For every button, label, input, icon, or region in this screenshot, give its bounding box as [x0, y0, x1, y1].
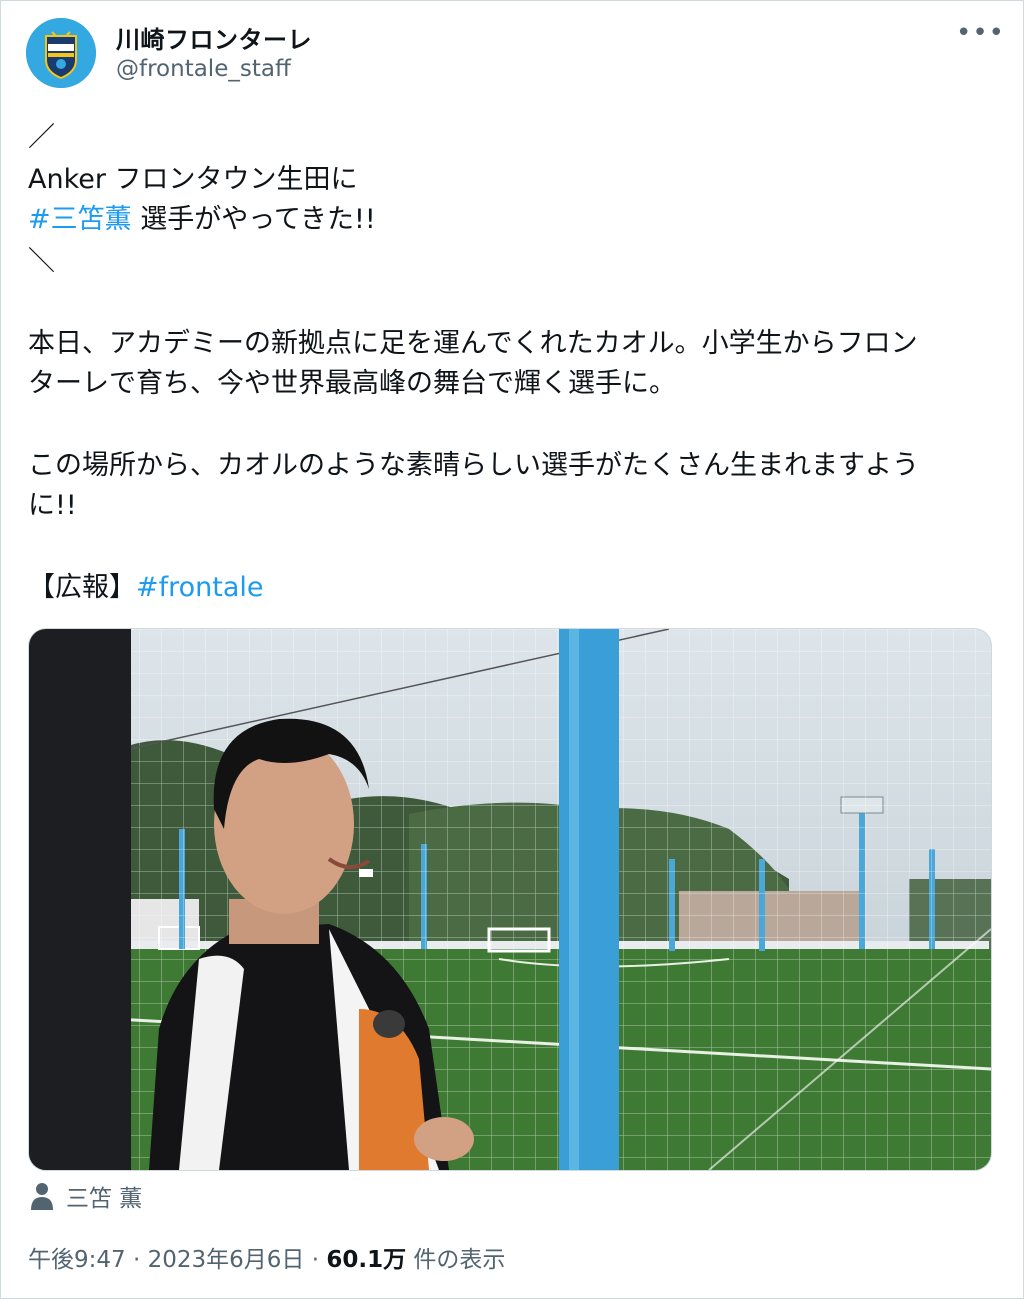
- tweet-text-line: に!!: [28, 490, 77, 521]
- tweet-photo[interactable]: [28, 628, 992, 1171]
- tweet-text-line: ／: [28, 122, 55, 153]
- hashtag-link[interactable]: #frontale: [136, 572, 264, 603]
- tagged-person[interactable]: 三笘 薫: [30, 1180, 142, 1212]
- tweet-text-line: この場所から、カオルのような素晴らしい選手がたくさん生まれますよう: [28, 450, 919, 481]
- meta-separator: ·: [125, 1247, 148, 1273]
- meta-separator: ·: [304, 1247, 327, 1273]
- hashtag-link[interactable]: #三笘薫: [28, 204, 132, 235]
- tweet-text-fragment: 【広報】: [28, 572, 136, 603]
- tweet-text-fragment: 選手がやってきた!!: [131, 204, 376, 235]
- tweet-time[interactable]: 午後9:47: [28, 1247, 126, 1273]
- more-options-icon[interactable]: •••: [956, 20, 1004, 50]
- tweet-text-line: ターレで育ち、今や世界最高峰の舞台で輝く選手に。: [28, 368, 676, 399]
- club-avatar[interactable]: [26, 18, 96, 88]
- photo-scene: [29, 629, 991, 1170]
- tweet-text-line: ＼: [28, 246, 55, 277]
- person-icon: [31, 1183, 53, 1210]
- view-count-label: 件の表示: [406, 1247, 506, 1273]
- author-handle[interactable]: @frontale_staff: [116, 56, 291, 82]
- author-display-name[interactable]: 川崎フロンターレ: [116, 20, 312, 55]
- tweet-text-line: 本日、アカデミーの新拠点に足を運んでくれたカオル。小学生からフロン: [28, 328, 918, 359]
- tweet-date[interactable]: 2023年6月6日: [148, 1247, 305, 1273]
- view-count: 60.1万: [326, 1247, 407, 1273]
- tweet-text-line: 【広報】#frontale: [28, 568, 264, 608]
- club-crest-icon: [26, 18, 96, 88]
- tweet-text-line: #三笘薫 選手がやってきた!!: [28, 200, 376, 240]
- tagged-person-name: 三笘 薫: [66, 1186, 143, 1212]
- tweet-text-line: Anker フロンタウン生田に: [28, 164, 358, 195]
- tweet-meta: 午後9:47 · 2023年6月6日 · 60.1万 件の表示: [28, 1240, 505, 1274]
